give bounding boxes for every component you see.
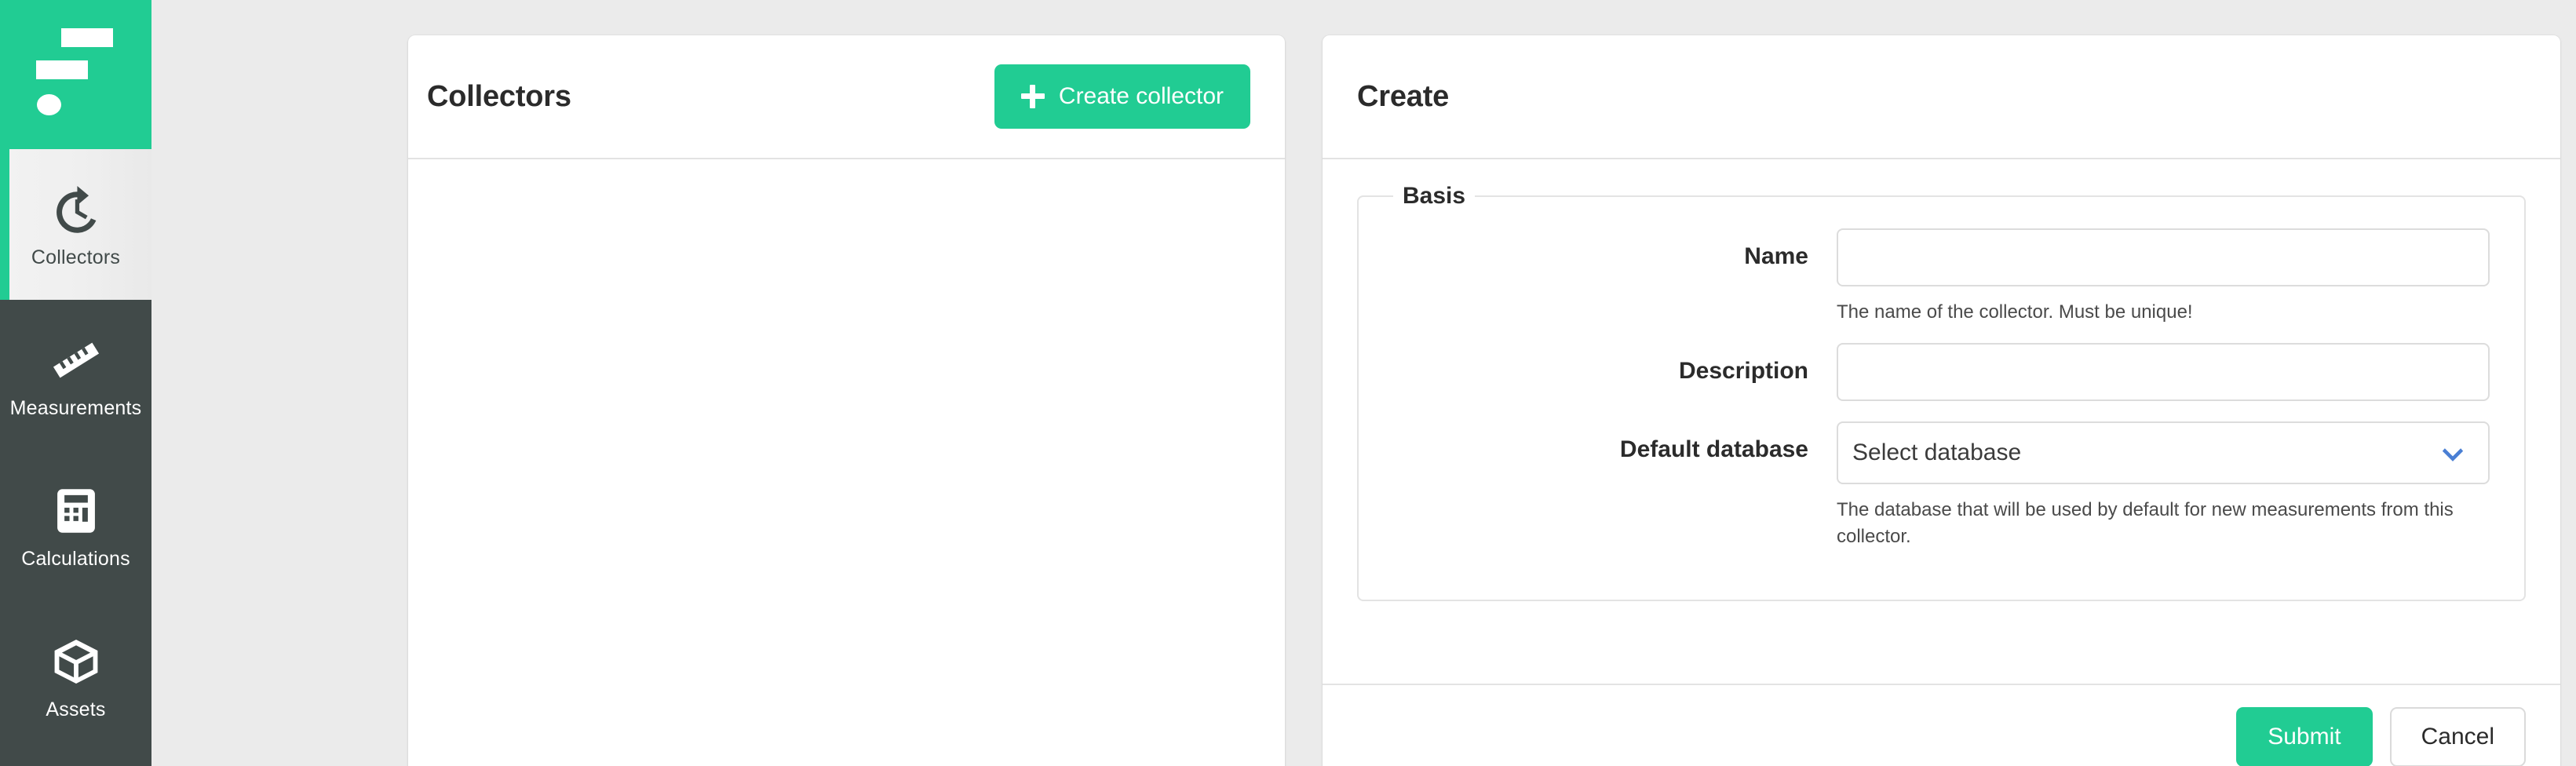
app-root: Collectors Measurements Calculations Ass… (0, 0, 2576, 766)
sidebar-item-label: Measurements (9, 396, 142, 419)
sidebar-item-assets[interactable]: Assets (0, 601, 151, 752)
ruler-icon (49, 333, 104, 388)
description-input[interactable] (1837, 343, 2490, 402)
name-control-wrap: The name of the collector. Must be uniqu… (1837, 228, 2490, 326)
sidebar-item-collectors[interactable]: Collectors (0, 149, 151, 300)
create-panel-footer: Submit Cancel (1323, 684, 2560, 766)
submit-button[interactable]: Submit (2236, 707, 2373, 766)
sidebar-item-calculations[interactable]: Calculations (0, 450, 151, 601)
create-form: Basis Name The name of the collector. Mu… (1323, 159, 2560, 684)
create-panel-title: Create (1357, 79, 1450, 113)
history-clock-icon (49, 182, 104, 237)
sidebar-item-label: Assets (46, 698, 106, 720)
default-database-help-text: The database that will be used by defaul… (1837, 499, 2454, 548)
collectors-list-empty-area (408, 159, 1285, 766)
cancel-button[interactable]: Cancel (2389, 707, 2526, 766)
name-label: Name (1744, 243, 1808, 269)
sidebar-item-label: Collectors (31, 246, 121, 268)
logo-dot (37, 94, 61, 115)
box-cube-icon (49, 634, 104, 689)
sidebar-item-measurements[interactable]: Measurements (0, 300, 151, 450)
basis-fieldset: Basis Name The name of the collector. Mu… (1357, 183, 2526, 601)
default-database-control-wrap: Select database The database that will b… (1837, 421, 2490, 550)
create-panel-header: Create (1323, 35, 2560, 159)
create-panel: Create Basis Name The name of the collec… (1323, 35, 2560, 766)
logo-bar-top (61, 28, 113, 47)
collectors-panel: Collectors Create collector (408, 35, 1285, 766)
collectors-panel-header: Collectors Create collector (408, 35, 1285, 159)
default-database-label: Default database (1619, 436, 1808, 463)
name-help-text: The name of the collector. Must be uniqu… (1837, 301, 2193, 323)
calculator-icon (49, 483, 104, 538)
page-title: Collectors (427, 79, 571, 113)
form-row-name: Name The name of the collector. Must be … (1393, 228, 2490, 326)
sidebar: Collectors Measurements Calculations Ass… (0, 0, 151, 766)
default-database-selected-value: Select database (1852, 440, 2022, 466)
description-control-wrap (1837, 343, 2490, 402)
create-collector-button[interactable]: Create collector (994, 64, 1250, 129)
plus-icon (1020, 85, 1045, 108)
name-input[interactable] (1837, 228, 2490, 286)
create-collector-button-label: Create collector (1058, 83, 1224, 109)
basis-legend: Basis (1403, 183, 1466, 209)
logo-bar-middle (36, 60, 88, 79)
form-row-description: Description (1393, 343, 2490, 402)
form-row-default-database: Default database Select database The dat… (1393, 421, 2490, 550)
app-logo[interactable] (0, 0, 151, 149)
main-content: Collectors Create collector Create Basis (151, 0, 2576, 766)
chevron-down-icon (2438, 438, 2468, 468)
default-database-select[interactable]: Select database (1837, 421, 2490, 485)
description-label: Description (1678, 358, 1808, 385)
sidebar-item-label: Calculations (21, 547, 130, 570)
